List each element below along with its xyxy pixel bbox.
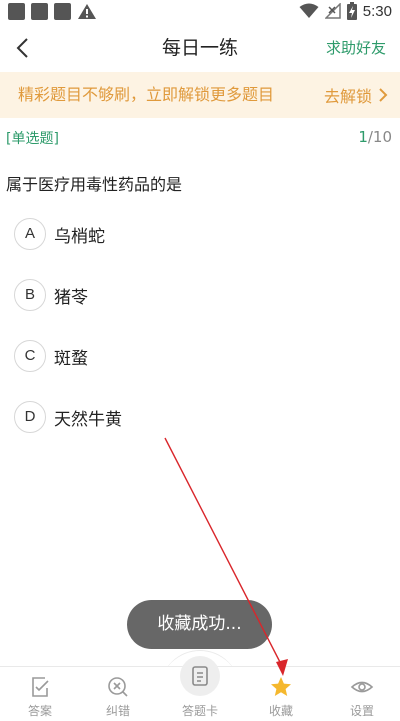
tab-settings[interactable]: 设置 (322, 667, 400, 721)
back-button[interactable] (10, 34, 38, 62)
option-a[interactable]: A 乌梢蛇 (14, 217, 105, 251)
notification-icon (54, 3, 71, 20)
option-c[interactable]: C 斑蝥 (14, 339, 88, 373)
tab-error-report-label: 纠错 (105, 704, 130, 718)
current-question-number: 1 (358, 128, 368, 146)
notification-icon (8, 3, 25, 20)
wifi-icon (299, 3, 319, 18)
bottom-tab-bar: 答案 纠错 答题卡 收藏 设置 (0, 656, 400, 721)
warning-icon (78, 4, 96, 19)
question-counter: 1/10 (358, 128, 392, 146)
answer-icon (32, 677, 49, 697)
status-bar: 5:30 (0, 0, 400, 24)
option-text: 天然牛黄 (54, 409, 122, 430)
tab-answer-card[interactable]: 答题卡 (160, 656, 240, 721)
option-letter: D (14, 401, 46, 433)
tab-error-report[interactable]: 纠错 (78, 667, 158, 721)
star-icon (271, 677, 291, 696)
option-letter: C (14, 340, 46, 372)
banner-text: 精彩题目不够刷，立即解锁更多题目 (18, 85, 275, 104)
tab-favorite-label: 收藏 (268, 704, 293, 718)
option-letter: A (14, 218, 46, 250)
battery-charging-icon (346, 2, 357, 20)
no-signal-icon (324, 3, 341, 19)
tab-answer-label: 答案 (27, 704, 52, 718)
option-b[interactable]: B 猪苓 (14, 278, 88, 312)
question-text: 属于医疗用毒性药品的是 (6, 175, 183, 194)
ask-friend-link[interactable]: 求助好友 (326, 24, 386, 72)
option-text: 猪苓 (54, 287, 88, 308)
error-report-icon (108, 677, 128, 697)
back-arrow-icon (16, 38, 28, 58)
option-text: 乌梢蛇 (54, 226, 105, 247)
status-time: 5:30 (362, 2, 392, 20)
unlock-label: 去解锁 (323, 87, 372, 106)
toast-message: 收藏成功... (127, 600, 272, 649)
unlock-banner: 精彩题目不够刷，立即解锁更多题目 去解锁 (0, 72, 400, 118)
option-d[interactable]: D 天然牛黄 (14, 400, 122, 434)
notification-icon (31, 3, 48, 20)
header-bar: 每日一练 求助好友 (0, 24, 400, 72)
tab-answer[interactable]: 答案 (0, 667, 80, 721)
total-questions: /10 (367, 128, 392, 146)
chevron-right-icon (379, 88, 388, 102)
tab-answer-card-label: 答题卡 (181, 704, 218, 718)
answer-card-icon (192, 666, 208, 686)
tab-favorite[interactable]: 收藏 (241, 667, 321, 721)
question-type: [单选题] (6, 131, 59, 147)
tab-settings-label: 设置 (349, 704, 374, 718)
option-text: 斑蝥 (54, 348, 88, 369)
eye-icon (350, 681, 374, 693)
unlock-button[interactable]: 去解锁 (324, 72, 390, 118)
option-letter: B (14, 279, 46, 311)
